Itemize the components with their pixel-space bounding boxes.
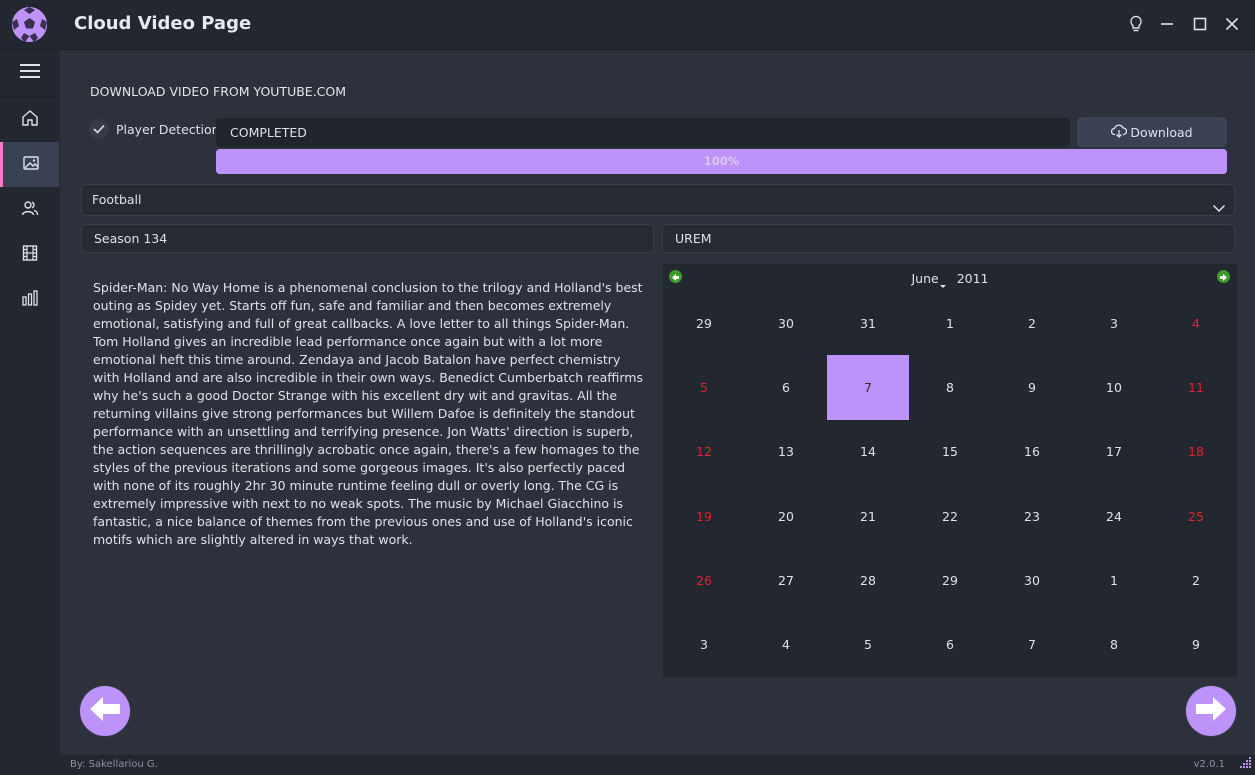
credits-label: By: Sakellariou G.: [70, 759, 158, 770]
calendar-day[interactable]: 4: [745, 613, 827, 677]
calendar-day[interactable]: 15: [909, 420, 991, 484]
calendar-day[interactable]: 20: [745, 484, 827, 548]
version-label: v2.0.1: [1193, 759, 1225, 770]
calendar-day[interactable]: 10: [1073, 355, 1155, 419]
title-bar: Cloud Video Page: [0, 0, 1255, 50]
app-title: Cloud Video Page: [74, 13, 252, 34]
close-icon[interactable]: [1221, 13, 1243, 35]
sidebar-item-stats[interactable]: [0, 277, 59, 322]
film-icon: [21, 244, 39, 266]
calendar-day[interactable]: 14: [827, 420, 909, 484]
calendar-day[interactable]: 1: [1073, 548, 1155, 612]
status-bar: By: Sakellariou G. v2.0.1: [60, 755, 1255, 775]
minimize-icon[interactable]: [1156, 13, 1178, 35]
sport-select-value: Football: [92, 192, 142, 207]
calendar-day[interactable]: 6: [909, 613, 991, 677]
home-icon: [21, 109, 39, 131]
season-field[interactable]: Season 134: [81, 224, 654, 253]
arrow-right-icon: [1194, 695, 1228, 727]
arrow-left-icon: [88, 695, 122, 727]
calendar-day[interactable]: 29: [663, 291, 745, 355]
image-icon: [22, 154, 40, 176]
calendar-day[interactable]: 25: [1155, 484, 1237, 548]
calendar-day[interactable]: 23: [991, 484, 1073, 548]
app-window: Cloud Video Page DOWNLOAD VIDEO FROM YOU…: [0, 0, 1255, 775]
calendar-next-button[interactable]: [1217, 270, 1230, 283]
app-logo: [12, 7, 47, 42]
sidebar-item-videos[interactable]: [0, 232, 59, 277]
download-button-label: Download: [1130, 124, 1193, 140]
calendar: June 2011 29 30 31 1 2 3 4 5 6 7 8 9 10 11 12 13 14 15 16 1…: [663, 264, 1237, 677]
calendar-day[interactable]: 30: [991, 548, 1073, 612]
cloud-download-icon: [1111, 124, 1128, 141]
chevron-down-icon: [1212, 194, 1226, 224]
review-text: Spider-Man: No Way Home is a phenomenal …: [93, 280, 643, 547]
calendar-day[interactable]: 13: [745, 420, 827, 484]
calendar-day[interactable]: 2: [1155, 548, 1237, 612]
calendar-day[interactable]: 8: [909, 355, 991, 419]
calendar-day[interactable]: 17: [1073, 420, 1155, 484]
status-field[interactable]: COMPLETED: [216, 118, 1070, 147]
calendar-day[interactable]: 18: [1155, 420, 1237, 484]
calendar-day[interactable]: 31: [827, 291, 909, 355]
calendar-day[interactable]: 9: [1155, 613, 1237, 677]
calendar-day[interactable]: 8: [1073, 613, 1155, 677]
section-title: DOWNLOAD VIDEO FROM YOUTUBE.COM: [90, 84, 347, 99]
download-button[interactable]: Download: [1077, 117, 1227, 147]
calendar-day[interactable]: 5: [663, 355, 745, 419]
calendar-day[interactable]: 7: [991, 613, 1073, 677]
sport-select[interactable]: Football: [81, 184, 1235, 216]
calendar-day[interactable]: 3: [663, 613, 745, 677]
next-button[interactable]: [1186, 686, 1236, 736]
calendar-day[interactable]: 5: [827, 613, 909, 677]
calendar-day[interactable]: 3: [1073, 291, 1155, 355]
progress-label: 100%: [703, 154, 740, 168]
calendar-day[interactable]: 1: [909, 291, 991, 355]
maximize-icon[interactable]: [1189, 13, 1211, 35]
calendar-year[interactable]: 2011: [957, 271, 989, 286]
calendar-header: June 2011: [663, 271, 1237, 286]
calendar-day[interactable]: 24: [1073, 484, 1155, 548]
calendar-month-select[interactable]: June: [911, 271, 938, 286]
player-detection-checkbox[interactable]: Player Detection: [89, 119, 220, 139]
calendar-day[interactable]: 12: [663, 420, 745, 484]
team-field[interactable]: UREM: [662, 224, 1235, 253]
calendar-day[interactable]: 11: [1155, 355, 1237, 419]
download-progress-bar: 100%: [216, 149, 1227, 174]
sidebar-item-users[interactable]: [0, 187, 59, 232]
calendar-day[interactable]: 30: [745, 291, 827, 355]
player-detection-label: Player Detection: [116, 121, 220, 137]
calendar-day[interactable]: 27: [745, 548, 827, 612]
menu-toggle-button[interactable]: [0, 50, 60, 97]
menu-icon: [20, 63, 40, 83]
arrow-right-icon: [1219, 267, 1228, 286]
users-icon: [21, 199, 39, 221]
calendar-day[interactable]: 21: [827, 484, 909, 548]
calendar-day[interactable]: 26: [663, 548, 745, 612]
calendar-day[interactable]: 4: [1155, 291, 1237, 355]
calendar-day[interactable]: 22: [909, 484, 991, 548]
checkmark-icon: [89, 119, 109, 139]
calendar-day[interactable]: 16: [991, 420, 1073, 484]
sidebar-item-home[interactable]: [0, 97, 59, 142]
calendar-grid: 29 30 31 1 2 3 4 5 6 7 8 9 10 11 12 13 14 15 16 17 18 19 20 21 2…: [663, 291, 1237, 677]
calendar-day[interactable]: 28: [827, 548, 909, 612]
previous-button[interactable]: [80, 686, 130, 736]
calendar-day[interactable]: 9: [991, 355, 1073, 419]
resize-grip-icon[interactable]: [1240, 753, 1252, 772]
calendar-day[interactable]: 2: [991, 291, 1073, 355]
lightbulb-icon[interactable]: [1125, 13, 1147, 35]
calendar-day[interactable]: 6: [745, 355, 827, 419]
sidebar: [0, 50, 60, 775]
calendar-day[interactable]: 29: [909, 548, 991, 612]
sidebar-item-media[interactable]: [0, 142, 59, 187]
calendar-day[interactable]: 19: [663, 484, 745, 548]
calendar-day[interactable]: 7: [827, 355, 909, 420]
chart-icon: [21, 289, 39, 311]
